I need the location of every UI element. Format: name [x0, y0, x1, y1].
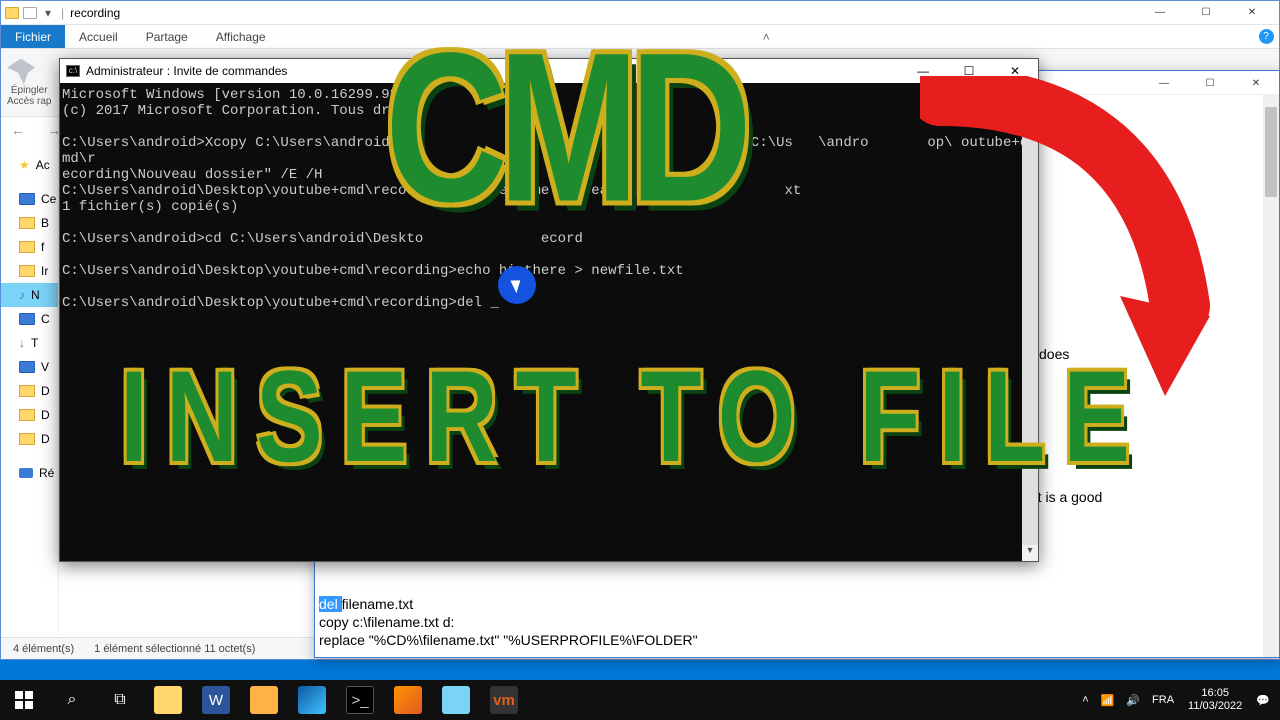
overlay-cmd-text: CMD: [385, 6, 742, 251]
pin-label2: Accès rap: [7, 96, 51, 107]
tray-chevron[interactable]: ˄: [1076, 694, 1094, 706]
pin-label1: Épingler: [7, 85, 51, 96]
pin-quickaccess[interactable]: Épingler Accès rap: [7, 59, 51, 107]
taskbar-notepad[interactable]: [432, 680, 480, 720]
notepad-snippet: del filename.txt copy c:\filename.txt d:…: [319, 595, 1275, 649]
cmd-title: Administrateur : Invite de commandes: [86, 64, 287, 78]
sidebar-thispc[interactable]: Ce: [1, 187, 58, 211]
system-tray: ˄ 📶 🔊 FRA 16:05 11/03/2022 💬: [1076, 687, 1280, 713]
close-button[interactable]: ✕: [1229, 2, 1275, 24]
firefox-icon: [394, 686, 422, 714]
taskbar-edge[interactable]: [288, 680, 336, 720]
taskbar-app[interactable]: vm: [480, 680, 528, 720]
close-button[interactable]: ✕: [1233, 71, 1279, 95]
tab-view[interactable]: Affichage: [202, 25, 280, 48]
separator: |: [61, 6, 64, 20]
tray-volume-icon[interactable]: 🔊: [1120, 694, 1146, 707]
taskbar: ⌕ ⧉ W >_ vm ˄ 📶 🔊 FRA 16:05 11/03/2022 💬: [0, 680, 1280, 720]
doc-icon: [23, 7, 37, 19]
scroll-down-icon[interactable]: ▼: [1022, 545, 1038, 561]
word-icon: W: [202, 686, 230, 714]
explorer-sidebar: Ac Ce B f Ir N C T V D D D Ré: [1, 117, 59, 635]
taskbar-app[interactable]: W: [192, 680, 240, 720]
sidebar-item[interactable]: D: [1, 379, 58, 403]
sidebar-network[interactable]: Ré: [1, 461, 58, 485]
tray-notifications-icon[interactable]: 💬: [1250, 694, 1276, 707]
status-selection: 1 élément sélectionné 11 octet(s): [94, 643, 255, 655]
sidebar-item[interactable]: N: [1, 283, 58, 307]
pin-icon: [7, 59, 35, 85]
taskbar-explorer[interactable]: [144, 680, 192, 720]
tab-file[interactable]: Fichier: [1, 25, 65, 48]
folder-icon: [5, 7, 19, 19]
tray-language[interactable]: FRA: [1146, 694, 1180, 706]
sidebar-item[interactable]: f: [1, 235, 58, 259]
app-icon: [250, 686, 278, 714]
tab-share[interactable]: Partage: [132, 25, 202, 48]
sidebar-item[interactable]: C: [1, 307, 58, 331]
sidebar-item[interactable]: D: [1, 427, 58, 451]
help-button[interactable]: ?: [1253, 25, 1279, 48]
maximize-button[interactable]: ☐: [1183, 2, 1229, 24]
cursor-highlight: [498, 266, 536, 304]
scrollbar-thumb[interactable]: [1265, 107, 1277, 197]
vmware-icon: vm: [490, 686, 518, 714]
edge-icon: [298, 686, 326, 714]
overlay-insert-text: INSERT TO FILE: [120, 343, 1148, 493]
minimize-button[interactable]: —: [1137, 2, 1183, 24]
status-count: 4 élément(s): [13, 643, 74, 655]
notepad-scrollbar[interactable]: [1263, 95, 1279, 657]
sidebar-item[interactable]: B: [1, 211, 58, 235]
taskbar-cmd[interactable]: >_: [336, 680, 384, 720]
clock-date: 11/03/2022: [1188, 700, 1242, 713]
sidebar-quickaccess[interactable]: Ac: [1, 153, 58, 177]
sidebar-item[interactable]: V: [1, 355, 58, 379]
clock-time: 16:05: [1188, 687, 1242, 700]
dropdown-icon[interactable]: ▾: [45, 6, 51, 20]
tab-home[interactable]: Accueil: [65, 25, 132, 48]
taskview-button[interactable]: ⧉: [96, 680, 144, 720]
tray-network-icon[interactable]: 📶: [1095, 694, 1121, 707]
tray-clock[interactable]: 16:05 11/03/2022: [1180, 687, 1250, 713]
cmd-icon: >_: [346, 686, 374, 714]
taskbar-firefox[interactable]: [384, 680, 432, 720]
taskbar-app[interactable]: [240, 680, 288, 720]
sidebar-item[interactable]: T: [1, 331, 58, 355]
notepad-icon: [442, 686, 470, 714]
explorer-title: recording: [70, 6, 120, 20]
folder-icon: [154, 686, 182, 714]
sidebar-item[interactable]: Ir: [1, 259, 58, 283]
ribbon-collapse[interactable]: ˄: [753, 25, 779, 48]
start-button[interactable]: [0, 680, 48, 720]
cmd-icon: c:\: [66, 65, 80, 77]
search-button[interactable]: ⌕: [48, 680, 96, 720]
sidebar-item[interactable]: D: [1, 403, 58, 427]
